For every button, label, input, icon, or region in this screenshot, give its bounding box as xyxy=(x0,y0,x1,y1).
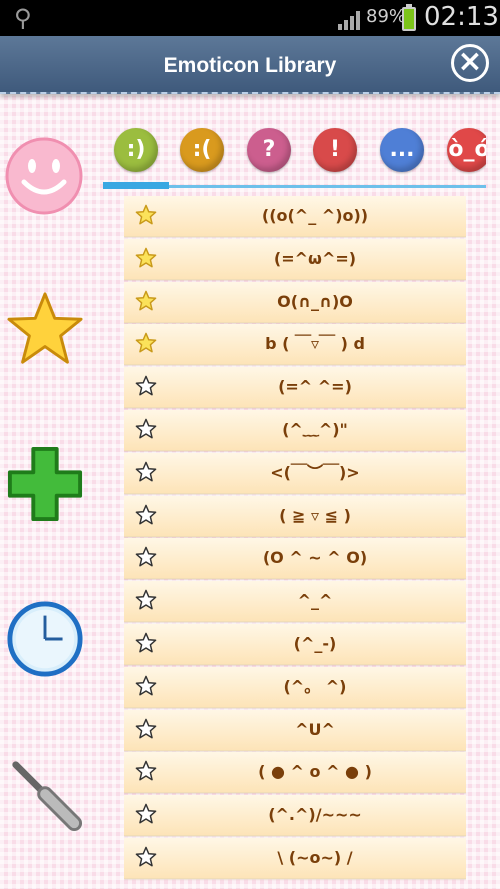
list-item[interactable]: ^U^ xyxy=(124,709,466,751)
emoticon-text: (^.^)/~~~ xyxy=(268,805,362,825)
status-time: 02:13 xyxy=(424,2,499,32)
list-item[interactable]: ((o(^_ ^)o)) xyxy=(124,196,466,237)
favorite-star-icon[interactable] xyxy=(135,632,157,654)
favorite-star-icon[interactable] xyxy=(135,846,157,868)
list-item[interactable]: \ (~o~) / xyxy=(124,837,466,879)
tab-happy[interactable]: :) xyxy=(114,128,158,172)
list-item[interactable]: (^.^)/~~~ xyxy=(124,795,466,837)
list-item[interactable]: ( ● ^ o ^ ● ) xyxy=(124,752,466,794)
favorite-star-icon[interactable] xyxy=(135,589,157,611)
emoticon-text: \ (~o~) / xyxy=(277,847,353,867)
emoticon-text: <(￣︶￣)> xyxy=(270,462,360,482)
list-item[interactable]: (^﹏^)" xyxy=(124,409,466,451)
close-button[interactable]: × xyxy=(451,44,489,82)
emoticon-text: (=^ω^=) xyxy=(273,248,357,268)
list-item[interactable]: <(￣︶￣)> xyxy=(124,452,466,494)
page-title: Emoticon Library xyxy=(163,54,337,77)
tab-sad[interactable]: :( xyxy=(180,128,224,172)
emoticon-text: (=^ ^=) xyxy=(278,377,352,397)
favorite-star-icon[interactable] xyxy=(135,375,157,397)
emoticon-text: b ( ￣▿￣ ) d xyxy=(265,334,365,354)
emoticon-text: ((o(^_ ^)o)) xyxy=(261,206,369,225)
close-icon: × xyxy=(457,44,483,79)
battery-icon xyxy=(402,4,416,31)
favorite-star-icon[interactable] xyxy=(135,546,157,568)
emoticon-text: ( ● ^ o ^ ● ) xyxy=(258,762,372,782)
smiley-icon[interactable] xyxy=(4,136,84,216)
status-bar: ⚲ 89% 02:13 xyxy=(0,0,500,36)
emoticon-list[interactable]: ((o(^_ ^)o)) (=^ω^=) O(∩_∩)Ob ( ￣▿￣ ) d (=^… xyxy=(124,196,466,889)
emoticon-text: (^_-) xyxy=(293,633,337,653)
screwdriver-icon[interactable] xyxy=(6,755,84,833)
list-item[interactable]: O(∩_∩)O xyxy=(124,281,466,323)
tab-angry[interactable]: ò_ó xyxy=(447,128,486,172)
star-icon[interactable] xyxy=(6,290,84,368)
favorite-star-icon[interactable] xyxy=(135,675,157,697)
favorite-star-icon[interactable] xyxy=(135,290,157,312)
signal-icon xyxy=(338,11,360,30)
tab-active-indicator xyxy=(103,182,169,189)
emoticon-text: ( ≧ ▿ ≦ ) xyxy=(279,505,351,525)
emoticon-text: O(∩_∩)O xyxy=(277,291,353,311)
list-item[interactable]: b ( ￣▿￣ ) d xyxy=(124,324,466,366)
favorite-star-icon[interactable] xyxy=(135,760,157,782)
emoticon-text: ^_^ xyxy=(297,591,333,611)
list-item[interactable]: (=^ ^=) xyxy=(124,367,466,409)
angry-face-icon: ò_ó xyxy=(448,137,486,162)
tab-question[interactable]: ? xyxy=(247,128,291,172)
plus-icon[interactable] xyxy=(6,445,84,523)
list-item[interactable]: (O ^ ~ ^ O) xyxy=(124,538,466,580)
favorite-star-icon[interactable] xyxy=(135,332,157,354)
emoticon-text: ^U^ xyxy=(295,719,335,739)
tab-exclaim[interactable]: ! xyxy=(313,128,357,172)
list-item[interactable]: (^。 ^) xyxy=(124,666,466,708)
list-item[interactable]: (=^ω^=) xyxy=(124,238,466,280)
emoticon-text: (^。 ^) xyxy=(283,676,347,696)
favorite-star-icon[interactable] xyxy=(135,461,157,483)
favorite-star-icon[interactable] xyxy=(135,418,157,440)
favorite-star-icon[interactable] xyxy=(135,718,157,740)
title-bar: Emoticon Library × xyxy=(0,36,500,94)
list-item[interactable]: ^_^ xyxy=(124,581,466,623)
favorite-star-icon[interactable] xyxy=(135,204,157,226)
favorite-star-icon[interactable] xyxy=(135,247,157,269)
emoticon-text: (O ^ ~ ^ O) xyxy=(262,548,368,568)
favorite-star-icon[interactable] xyxy=(135,803,157,825)
clock-icon[interactable] xyxy=(6,600,84,678)
favorite-star-icon[interactable] xyxy=(135,504,157,526)
emoticon-text: (^﹏^)" xyxy=(282,419,348,439)
list-item[interactable]: (^_-) xyxy=(124,623,466,665)
usb-icon: ⚲ xyxy=(14,4,32,32)
tab-ellipsis[interactable]: ... xyxy=(380,128,424,172)
battery-percent: 89% xyxy=(366,6,407,27)
sidebar xyxy=(0,100,100,889)
list-item[interactable]: ( ≧ ▿ ≦ ) xyxy=(124,495,466,537)
